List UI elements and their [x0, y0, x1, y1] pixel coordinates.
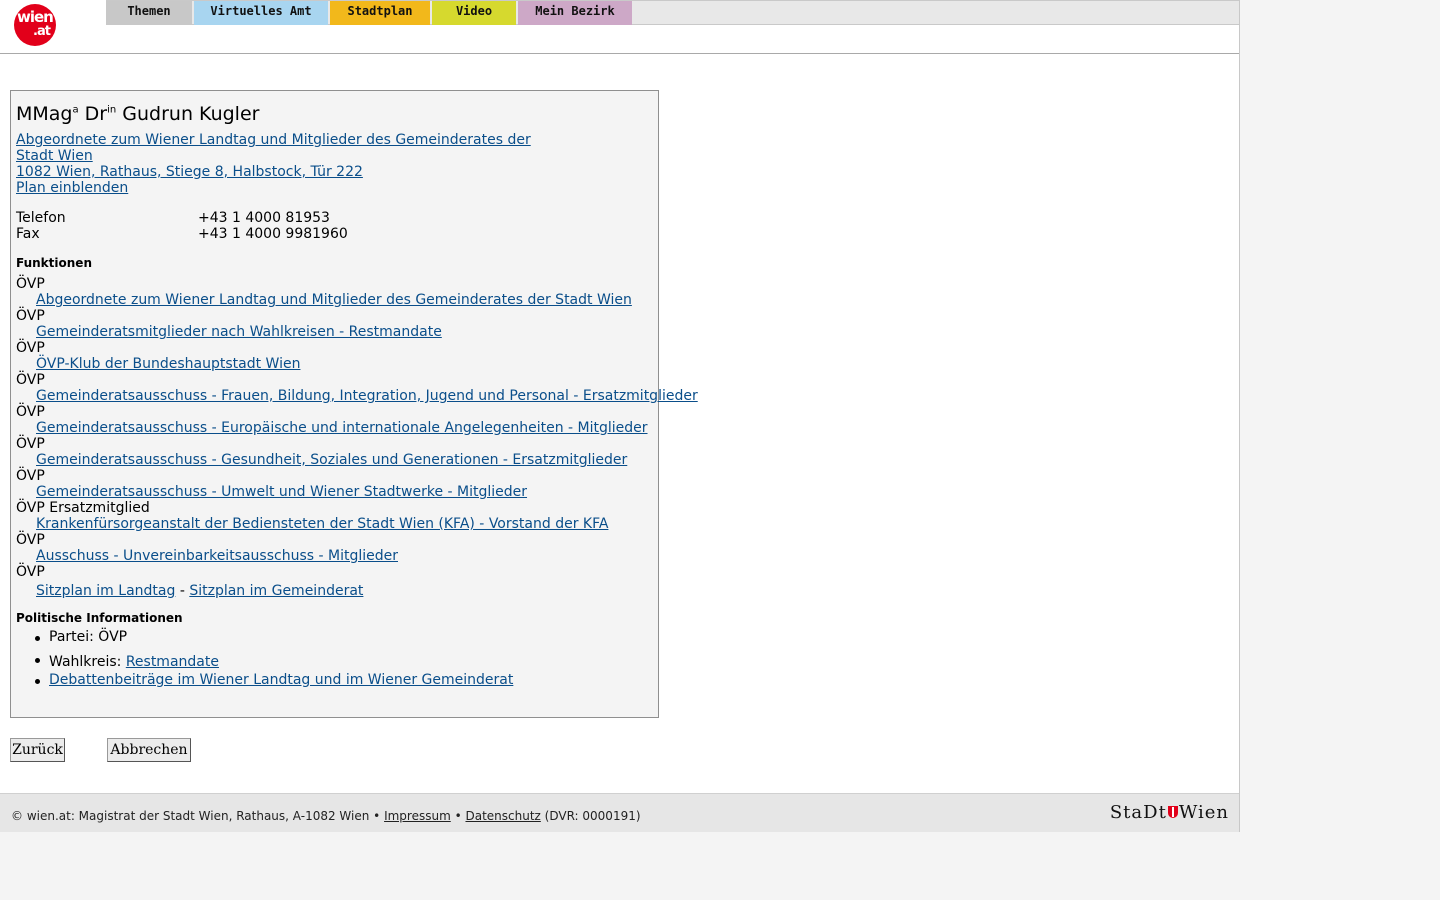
- stadt-logo-text: StaDt: [1109, 802, 1167, 823]
- plan-link[interactable]: Plan einblenden: [16, 180, 128, 196]
- footer-separator: •: [450, 809, 466, 823]
- tab-video[interactable]: Video: [432, 1, 516, 25]
- footer-dvr: (DVR: 0000191): [540, 809, 641, 823]
- function-link[interactable]: Gemeinderatsausschuss - Frauen, Bildung,…: [36, 388, 698, 404]
- wahlkreis-info: Wahlkreis: Restmandate: [49, 651, 219, 670]
- function-link[interactable]: Gemeinderatsmitglieder nach Wahlkreisen …: [36, 324, 442, 340]
- fax-label: Fax: [16, 226, 40, 242]
- function-link[interactable]: Gemeinderatsausschuss - Umwelt und Wiene…: [36, 484, 527, 500]
- footer: © wien.at: Magistrat der Stadt Wien, Rat…: [0, 793, 1239, 832]
- debate-link[interactable]: Debattenbeiträge im Wiener Landtag und i…: [49, 672, 513, 688]
- tab-themen[interactable]: Themen: [106, 1, 192, 25]
- function-party: ÖVP: [16, 532, 45, 548]
- vienna-shield-icon: [1167, 806, 1178, 818]
- role-link-line1[interactable]: Abgeordnete zum Wiener Landtag und Mitgl…: [16, 132, 531, 148]
- political-info-heading: Politische Informationen: [16, 611, 183, 625]
- tab-virtuelles-amt[interactable]: Virtuelles Amt: [194, 1, 328, 25]
- header-divider: [0, 53, 1239, 54]
- seat-plan-row: Sitzplan im Landtag - Sitzplan im Gemein…: [36, 580, 363, 599]
- function-link[interactable]: Ausschuss - Unvereinbarkeitsausschuss - …: [36, 548, 398, 564]
- function-party: ÖVP: [16, 404, 45, 420]
- function-party: ÖVP Ersatzmitglied: [16, 500, 150, 516]
- function-link[interactable]: ÖVP-Klub der Bundeshauptstadt Wien: [36, 356, 300, 372]
- footer-text: © wien.at: Magistrat der Stadt Wien, Rat…: [11, 809, 641, 823]
- back-button[interactable]: Zurück: [10, 738, 65, 762]
- stadt-wien-logo[interactable]: StaDt Wien: [1110, 802, 1229, 823]
- wien-logo-text: Wien: [1178, 802, 1229, 823]
- footer-copyright: © wien.at: Magistrat der Stadt Wien, Rat…: [11, 809, 385, 823]
- function-link[interactable]: Abgeordnete zum Wiener Landtag und Mitgl…: [36, 292, 632, 308]
- function-link[interactable]: Gemeinderatsausschuss - Europäische und …: [36, 420, 648, 436]
- seat-plan-separator: -: [175, 583, 190, 599]
- page: wien .at Themen Virtuelles Amt Stadtplan…: [0, 0, 1240, 832]
- function-party: ÖVP: [16, 436, 45, 452]
- fax-value: +43 1 4000 9981960: [198, 226, 348, 242]
- logo-text-at: .at: [33, 24, 51, 39]
- function-party: ÖVP: [16, 276, 45, 292]
- bullet-icon: [35, 658, 40, 663]
- wien-at-logo[interactable]: wien .at: [14, 4, 56, 46]
- person-detail-card: MMaga Drin Gudrun Kugler Abgeordnete zum…: [10, 90, 698, 718]
- party-info: Partei: ÖVP: [49, 629, 128, 645]
- datenschutz-link[interactable]: Datenschutz: [465, 809, 540, 823]
- person-name: MMaga Drin Gudrun Kugler: [16, 103, 260, 125]
- function-party: ÖVP: [16, 308, 45, 324]
- function-party: ÖVP: [16, 340, 45, 356]
- tab-mein-bezirk[interactable]: Mein Bezirk: [518, 1, 632, 25]
- function-party: ÖVP: [16, 564, 45, 580]
- role-link-line2[interactable]: Stadt Wien: [16, 148, 93, 164]
- phone-label: Telefon: [16, 210, 66, 226]
- address-link[interactable]: 1082 Wien, Rathaus, Stiege 8, Halbstock,…: [16, 164, 363, 180]
- impressum-link[interactable]: Impressum: [384, 809, 451, 823]
- cancel-button[interactable]: Abbrechen: [107, 738, 191, 762]
- bullet-icon: [35, 636, 40, 641]
- function-party: ÖVP: [16, 372, 45, 388]
- bullet-icon: [35, 679, 40, 684]
- functions-heading: Funktionen: [16, 256, 92, 270]
- wahlkreis-link[interactable]: Restmandate: [126, 654, 219, 670]
- seat-plan-landtag-link[interactable]: Sitzplan im Landtag: [36, 583, 175, 599]
- phone-value: +43 1 4000 81953: [198, 210, 330, 226]
- seat-plan-gemeinderat-link[interactable]: Sitzplan im Gemeinderat: [189, 583, 363, 599]
- function-party: ÖVP: [16, 468, 45, 484]
- function-link[interactable]: Krankenfürsorgeanstalt der Bediensteten …: [36, 516, 608, 532]
- tab-stadtplan[interactable]: Stadtplan: [330, 1, 430, 25]
- function-link[interactable]: Gemeinderatsausschuss - Gesundheit, Sozi…: [36, 452, 627, 468]
- wahlkreis-label: Wahlkreis:: [49, 654, 126, 670]
